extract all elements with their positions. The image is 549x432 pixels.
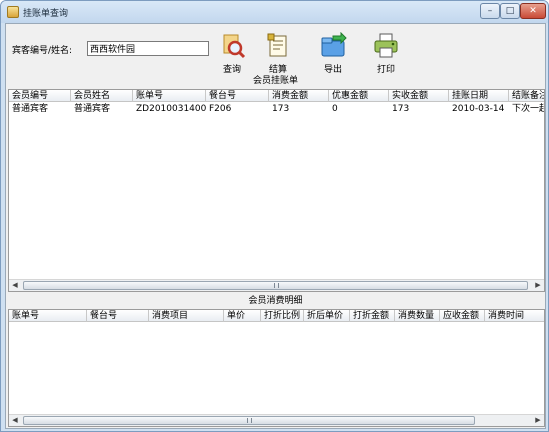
table-cell: 173 [392,104,410,114]
table-row[interactable]: 普通宾客 普通宾客 ZD201003140001 F206 173 0 173 … [9,103,544,115]
query-button[interactable]: 查询 [212,32,252,76]
scrollbar-thumb[interactable] [23,416,475,425]
scroll-right-icon[interactable]: ▶ [532,415,544,426]
horizontal-scrollbar[interactable]: ◀ ▶ [9,414,544,426]
export-button[interactable]: 导出 [313,32,353,76]
minimize-button[interactable]: – [480,3,500,19]
consumption-detail-title: 会员消费明细 [248,296,303,306]
table-cell: 0 [332,104,338,114]
column-header[interactable]: 餐台号 [206,90,269,102]
consumption-detail-header: 账单号 餐台号 消费项目 单价 打折比例 折后单价 打折金额 消费数量 应收金额… [9,310,544,322]
scroll-left-icon[interactable]: ◀ [9,280,21,291]
column-header[interactable]: 打折比例 [261,310,304,322]
maximize-button[interactable]: □ [500,3,520,19]
scroll-left-icon[interactable]: ◀ [9,415,21,426]
column-header[interactable]: 单价 [224,310,261,322]
print-button[interactable]: 打印 [366,32,406,76]
member-ledger-header: 会员编号 会员姓名 账单号 餐台号 消费金额 优惠金额 实收金额 挂账日期 结账… [9,90,544,102]
grip-icon [273,283,279,288]
member-ledger-title: 会员挂账单 [252,76,298,86]
column-header[interactable]: 账单号 [133,90,206,102]
table-cell: 普通宾客 [74,104,111,114]
column-header[interactable]: 挂账日期 [449,90,509,102]
app-icon [7,6,19,18]
table-cell: ZD201003140001 [136,104,206,114]
column-header[interactable]: 应收金额 [440,310,485,322]
table-cell: 173 [272,104,290,114]
search-input[interactable] [87,41,209,56]
column-header[interactable]: 会员编号 [9,90,71,102]
app-window: 挂账单查询 – □ ✕ 宾客编号/姓名: 查询 结算 [0,0,549,432]
consumption-detail-table[interactable]: 账单号 餐台号 消费项目 单价 打折比例 折后单价 打折金额 消费数量 应收金额… [8,309,545,427]
grip-icon [247,418,252,423]
column-header[interactable]: 消费数量 [395,310,440,322]
printer-icon [374,33,398,58]
title-bar[interactable]: 挂账单查询 – □ ✕ [1,1,548,23]
column-header[interactable]: 消费金额 [269,90,329,102]
settle-button[interactable]: 结算 [258,32,298,76]
column-header[interactable]: 餐台号 [87,310,149,322]
column-header[interactable]: 实收金额 [389,90,449,102]
member-ledger-table[interactable]: 会员编号 会员姓名 账单号 餐台号 消费金额 优惠金额 实收金额 挂账日期 结账… [8,89,545,292]
table-cell: 下次一起 [512,104,545,114]
export-icon [321,32,347,57]
column-header[interactable]: 优惠金额 [329,90,389,102]
column-header[interactable]: 折后单价 [304,310,350,322]
table-cell: 2010-03-14 [452,104,505,114]
column-header[interactable]: 消费时间 [485,310,544,322]
close-button[interactable]: ✕ [520,3,546,19]
horizontal-scrollbar[interactable]: ◀ ▶ [9,279,544,291]
column-header[interactable]: 打折金额 [350,310,395,322]
scroll-right-icon[interactable]: ▶ [532,280,544,291]
search-icon [223,34,246,59]
window-title: 挂账单查询 [23,9,69,19]
search-label: 宾客编号/姓名: [12,46,73,56]
column-header[interactable]: 会员姓名 [71,90,133,102]
scrollbar-thumb[interactable] [23,281,528,290]
ledger-icon [267,33,287,57]
column-header[interactable]: 账单号 [9,310,87,322]
table-cell: 普通宾客 [12,104,49,114]
client-area: 宾客编号/姓名: 查询 结算 [5,23,546,429]
column-header[interactable]: 结账备注 [509,90,544,102]
table-cell: F206 [209,104,232,114]
column-header[interactable]: 消费项目 [149,310,224,322]
